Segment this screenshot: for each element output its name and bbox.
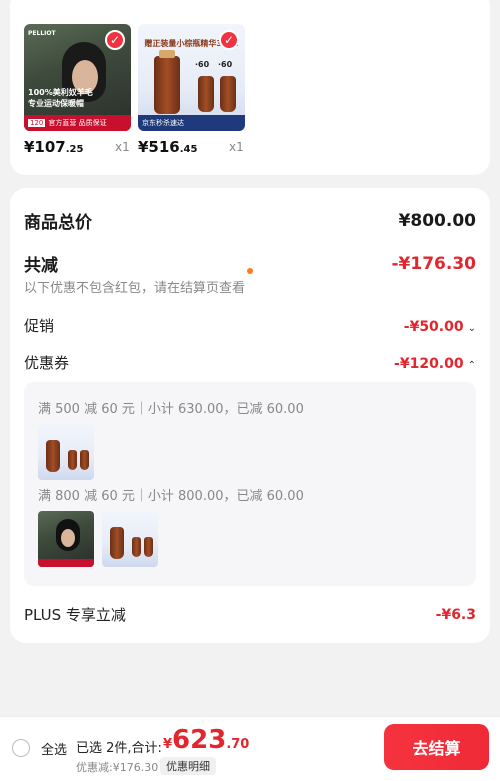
promo-label: 促销 [24,317,55,335]
coupon-rule: 满 500 减 60 元｜小计 630.00，已减 60.00 [38,402,304,417]
coupon-row[interactable]: 优惠券 -¥120.00 ⌃ [24,352,476,373]
image-banner-text: 官方直营 品质保证 [48,119,107,127]
bottle-shape [144,537,153,557]
image-title: 100%美利奴羊毛 [28,88,93,97]
product-image[interactable]: 赠正装量小棕瓶精华30ml ·60 ·60 京东秒杀速达 ✓ [138,24,245,131]
total-label: 商品总价 [24,213,92,233]
discount-detail-button[interactable]: 优惠明细 [160,757,216,775]
bottle-shape [154,56,180,114]
select-all-label[interactable]: 全选 [41,739,67,758]
coupon-rule: 满 800 减 60 元｜小计 800.00，已减 60.00 [38,489,304,504]
bottle-shape [80,450,89,470]
selected-count: 已选 2件,合计: [76,741,162,756]
image-badge: ·60 [195,60,210,69]
select-all-radio[interactable] [12,739,30,757]
chevron-down-icon[interactable]: ⌄ [468,323,476,334]
total-decimal: .70 [226,737,250,752]
reduce-label: 共减 [24,256,58,276]
price-decimal: .25 [65,144,84,155]
total-value: ¥800.00 [398,210,476,231]
coupon-product-thumb[interactable] [38,511,94,567]
price-integer: ¥107 [24,138,66,156]
face-shape [61,529,75,547]
image-banner: 120 官方直营 品质保证 [24,115,131,131]
price-decimal: .45 [179,144,198,155]
checked-icon[interactable]: ✓ [219,30,239,50]
bottle-shape [198,76,214,112]
image-subtitle: 专业运动保暖帽 [28,99,84,108]
bottle-shape [220,76,236,112]
bottle-shape [68,450,77,470]
reduce-value: -¥176.30 [391,253,477,274]
product-item[interactable]: 赠正装量小棕瓶精华30ml ·60 ·60 京东秒杀速达 ✓ ¥516.45 x… [138,24,245,156]
image-price: 120 [28,119,46,127]
brand-label: PELLIOT [28,30,56,37]
price-integer: ¥516 [138,138,180,156]
currency-symbol: ¥ [163,737,173,752]
total-integer: 623 [172,725,227,755]
total-row: 商品总价 ¥800.00 [24,208,476,234]
bottle-shape [132,537,141,557]
image-banner-text: 京东秒杀速达 [142,119,184,127]
coupon-value: -¥120.00 [394,356,464,372]
image-banner [38,559,94,567]
product-price: ¥516.45 [138,138,197,156]
product-item[interactable]: PELLIOT 100%美利奴羊毛 专业运动保暖帽 120 官方直营 品质保证 … [24,24,131,156]
cap-shape [159,50,175,58]
coupon-product-thumb[interactable] [38,424,94,480]
product-image[interactable]: PELLIOT 100%美利奴羊毛 专业运动保暖帽 120 官方直营 品质保证 … [24,24,131,131]
bottle-shape [46,440,60,472]
coupon-label: 优惠券 [24,354,70,372]
coupon-value-group[interactable]: -¥120.00 ⌃ [394,353,476,372]
grand-total: ¥623.70 [163,725,249,755]
notice-dot [247,268,253,274]
image-badge: ·60 [218,60,233,69]
checkout-bar: 全选 已选 2件,合计: ¥623.70 优惠减:¥176.30 优惠明细 去结… [0,716,500,781]
price-summary-card: 商品总价 ¥800.00 共减 -¥176.30 以下优惠不包含红包，请在结算页… [10,188,490,643]
product-quantity: x1 [115,140,130,154]
coupon-product-thumb[interactable] [102,511,158,567]
image-banner: 京东秒杀速达 [138,115,245,131]
discount-text: 优惠减:¥176.30 [76,761,159,774]
checked-icon[interactable]: ✓ [105,30,125,50]
product-quantity: x1 [229,140,244,154]
coupon-detail-box: 满 500 减 60 元｜小计 630.00，已减 60.00 满 800 减 … [24,382,476,586]
product-card: PELLIOT 100%美利奴羊毛 专业运动保暖帽 120 官方直营 品质保证 … [10,0,490,175]
chevron-up-icon[interactable]: ⌃ [468,360,476,371]
checkout-button[interactable]: 去结算 [384,724,489,770]
product-price: ¥107.25 [24,138,83,156]
plus-label: PLUS 专享立减 [24,606,126,624]
promo-value-group[interactable]: -¥50.00 ⌄ [404,316,476,335]
promo-value: -¥50.00 [403,319,464,335]
bottle-shape [110,527,124,559]
plus-value: -¥6.3 [435,606,476,623]
promo-row[interactable]: 促销 -¥50.00 ⌄ [24,315,476,336]
reduce-note: 以下优惠不包含红包，请在结算页查看 [24,281,246,296]
plus-row: PLUS 专享立减 -¥6.3 [24,604,476,625]
